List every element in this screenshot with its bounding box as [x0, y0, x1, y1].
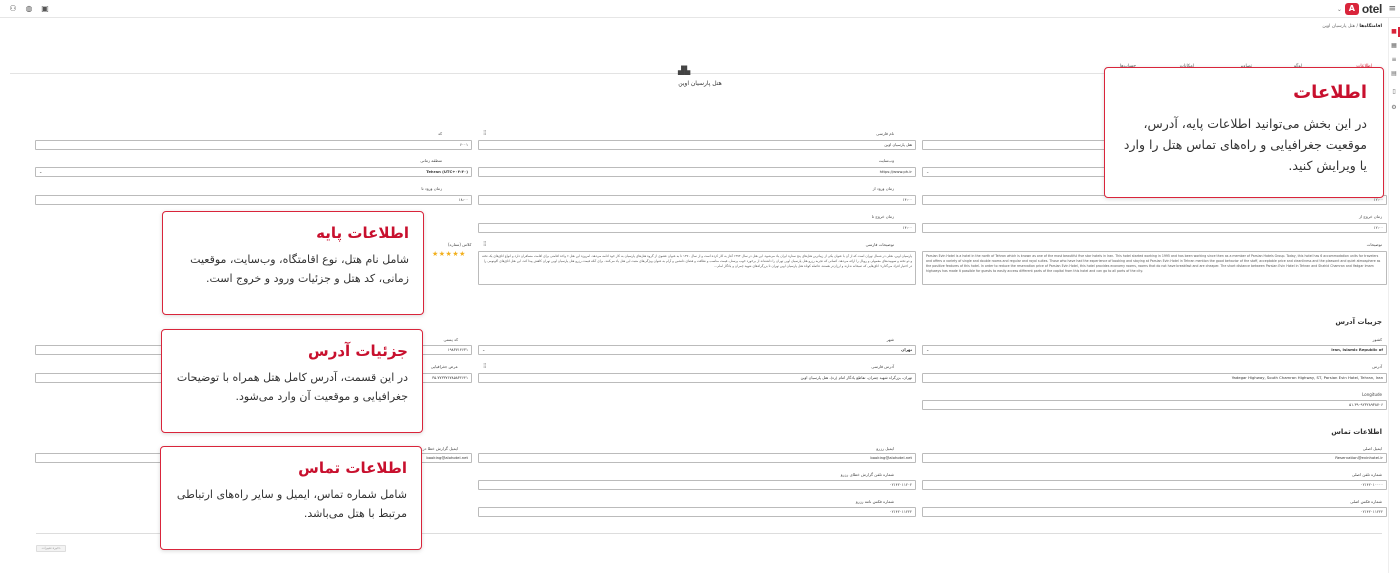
phone-booking-label: شماره تلفن گزارش خطای رزرو — [840, 472, 894, 477]
page-title: هتل پارسیان اوین — [678, 80, 722, 87]
code-label: کد — [437, 131, 442, 136]
address-fa-input[interactable]: تهران، بزرگراه شهید چمران، تقاطع یادگار … — [478, 373, 916, 383]
chevron-down-icon: ⌄ — [482, 347, 486, 352]
breadcrumb-root[interactable]: اقامتگاه‌ها — [1359, 24, 1382, 29]
chevron-down-icon: ⌄ — [926, 169, 930, 174]
drag-handle-icon[interactable]: ⣿ — [483, 363, 487, 369]
desc-fa-textarea[interactable]: پارسیان اوین، هتلی در شمال تهران است که … — [478, 251, 916, 285]
checkin-to-label: زمان ورود تا — [421, 186, 442, 191]
address-en-label: آدرس — [1372, 364, 1382, 369]
latitude-label: عرض جغرافیایی — [430, 364, 458, 369]
drag-handle-icon[interactable]: ⣿ — [483, 130, 487, 136]
callout-body: در این قسمت، آدرس کامل هتل همراه با توضی… — [176, 371, 408, 403]
top-bar: ⚇ ◍ ▣ ⌄ A otel ≡ — [0, 0, 1400, 18]
phone-main-input[interactable]: ۰۲۱۴۲۰۱۰۰۰۰ — [922, 480, 1387, 490]
side-rail: ■ ▦ ≡ ▤ ▯ ⚙ — [1388, 18, 1400, 573]
timezone-label: منطقه زمانی — [420, 158, 442, 163]
desc-en-textarea[interactable]: Parsian Evin Hotel is a hotel in the nor… — [922, 251, 1387, 285]
chevron-down-icon: ⌄ — [39, 169, 43, 174]
fax-booking-input[interactable]: ۰۲۱۴۲۰۱۱۲۲۲ — [478, 507, 916, 517]
phone-booking-input[interactable]: ۰۲۱۴۲۰۱۱۲۰۲ — [478, 480, 916, 490]
breadcrumb: اقامتگاه‌ها / هتل پارسیان اوین — [1322, 24, 1382, 29]
logo-mark: A — [1344, 3, 1359, 15]
postal-label: کد پستی — [443, 337, 459, 342]
save-button[interactable]: ذخیره تغییرات — [36, 545, 66, 552]
callout-title: اطلاعات پایه — [316, 224, 409, 242]
chevron-down-icon: ⌄ — [926, 347, 930, 352]
longitude-label: Longitude — [1362, 392, 1382, 397]
callout-title: جزئیات آدرس — [308, 342, 408, 360]
country-select[interactable]: ⌄ Iran, Islamic Republic of — [922, 345, 1387, 355]
user-icon[interactable]: ⚇ — [8, 4, 18, 14]
globe-icon[interactable]: ◍ — [24, 4, 34, 14]
timezone-value: Tehran (UTC+۰۳:۳۰) — [426, 169, 468, 174]
checkout-from-label: زمان خروج از — [1358, 214, 1382, 219]
calendar-icon[interactable]: ▣ — [40, 4, 50, 14]
stars-label: کلاس (ستاره) — [448, 242, 472, 247]
callout-body: شامل نام هتل، نوع اقامتگاه، وب‌سایت، موق… — [190, 253, 409, 285]
fax-main-input[interactable]: ۰۲۱۴۲۰۱۱۲۲۲ — [922, 507, 1387, 517]
timezone-select[interactable]: ⌄ Tehran (UTC+۰۳:۳۰) — [35, 167, 472, 177]
tour-callout-contact: اطلاعات تماس شامل شماره تماس، ایمیل و سا… — [160, 446, 422, 550]
calendar-rail-icon[interactable]: ▦ — [1390, 42, 1398, 50]
phone-main-label: شماره تلفن اصلی — [1351, 472, 1382, 477]
email-booking-input[interactable]: booking@alohotel.net — [478, 453, 916, 463]
card-icon[interactable]: ▤ — [1390, 70, 1398, 78]
name-fa-label: نام فارسی — [876, 131, 894, 136]
gear-icon[interactable]: ⚙ — [1390, 104, 1398, 112]
type-select[interactable]: ⌄ — [922, 167, 1112, 177]
hotel-icon[interactable]: ■ — [1390, 27, 1400, 37]
checkin-from-input[interactable]: ۱۴:۰۰ — [478, 195, 916, 205]
document-icon[interactable]: ▯ — [1390, 88, 1398, 96]
country-label: کشور — [1372, 337, 1382, 342]
building-icon: ▟▙ — [678, 66, 691, 75]
contact-section-title: اطلاعات تماس — [1331, 428, 1382, 436]
code-input[interactable]: ۶۰۰۱ — [35, 140, 472, 150]
address-en-input[interactable]: Yadegar Highway, South Chamran Highway, … — [922, 373, 1387, 383]
tour-callout-info: اطلاعات در این بخش می‌توانید اطلاعات پای… — [1104, 67, 1384, 198]
address-fa-label: آدرس فارسی — [871, 364, 894, 369]
checkin-to-input[interactable]: ۱۸:۰۰ — [35, 195, 472, 205]
logo-text: otel — [1361, 2, 1382, 16]
city-select[interactable]: ⌄ تهران — [478, 345, 916, 355]
brand-logo[interactable]: ⌄ A otel — [1337, 2, 1382, 16]
checkout-to-label: زمان خروج تا — [871, 214, 894, 219]
fax-booking-label: شماره فکس نامه رزرو — [855, 499, 894, 504]
longitude-input[interactable]: ۵۱.۳۹۰۹۲۳۲۸۹۳۸۷۰۶ — [922, 400, 1387, 410]
website-input[interactable]: https://www.ph.ir — [478, 167, 916, 177]
chevron-down-icon[interactable]: ⌄ — [1337, 6, 1342, 13]
fax-main-label: شماره فکس اصلی — [1350, 499, 1382, 504]
star-rating[interactable]: ★★★★★ — [432, 250, 466, 258]
email-main-input[interactable]: Reservation@evinhotel.ir — [922, 453, 1387, 463]
checkout-to-input[interactable]: ۱۴:۰۰ — [478, 223, 916, 233]
desc-fa-label: توضیحات فارسی — [865, 242, 894, 247]
callout-title: اطلاعات تماس — [298, 459, 407, 477]
callout-title: اطلاعات — [1293, 82, 1367, 103]
checkin-from-label: زمان ورود از — [872, 186, 894, 191]
email-booking-label: ایمیل رزرو — [876, 446, 894, 451]
callout-body: شامل شماره تماس، ایمیل و سایر راه‌های ار… — [176, 488, 407, 520]
name-en-input[interactable] — [922, 140, 1112, 150]
list-icon[interactable]: ≡ — [1390, 56, 1398, 64]
website-label: وب‌سایت — [878, 158, 894, 163]
country-value: Iran, Islamic Republic of — [1331, 347, 1383, 352]
city-value: تهران — [901, 347, 912, 352]
desc-en-label: توضیحات — [1366, 242, 1382, 247]
drag-handle-icon[interactable]: ⣿ — [483, 241, 487, 247]
name-fa-input[interactable]: هتل پارسیان اوین — [478, 140, 916, 150]
breadcrumb-current: هتل پارسیان اوین — [1322, 24, 1356, 29]
tour-callout-address: جزئیات آدرس در این قسمت، آدرس کامل هتل ه… — [161, 329, 423, 433]
tour-callout-basic: اطلاعات پایه شامل نام هتل، نوع اقامتگاه،… — [162, 211, 424, 315]
email-main-label: ایمیل اصلی — [1362, 446, 1382, 451]
checkout-from-input[interactable]: ۱۲:۰۰ — [922, 223, 1387, 233]
menu-icon[interactable]: ≡ — [1388, 4, 1396, 14]
address-section-title: جزییات آدرس — [1335, 318, 1382, 326]
city-label: شهر — [886, 337, 894, 342]
callout-body: در این بخش می‌توانید اطلاعات پایه، آدرس،… — [1123, 116, 1367, 173]
